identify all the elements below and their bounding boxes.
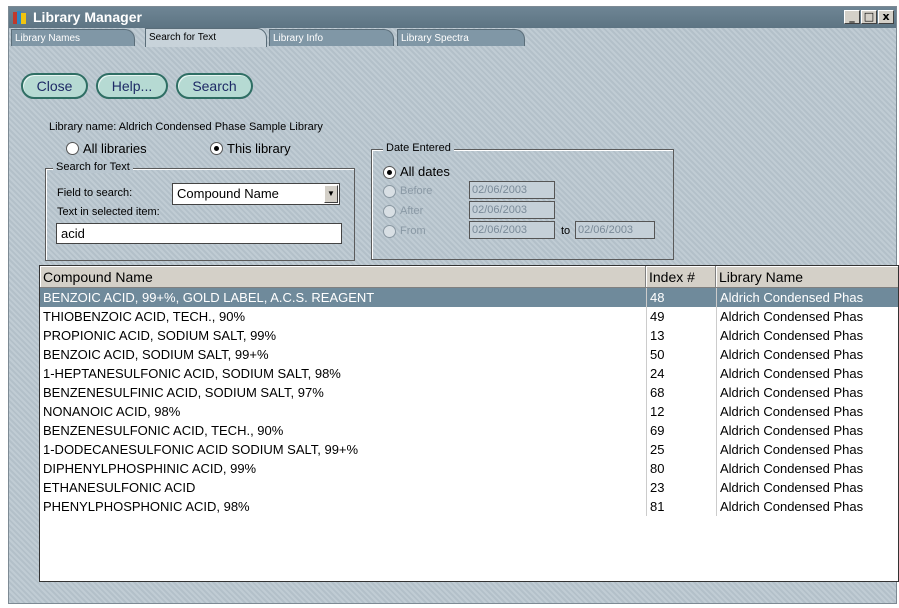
library-books-icon [13, 11, 26, 24]
table-row[interactable]: PHENYLPHOSPHONIC ACID, 98% 81 Aldrich Cond… [40, 497, 898, 516]
table-row[interactable]: BENZENESULFINIC ACID, SODIUM SALT, 97% 68… [40, 383, 898, 402]
this-library-radio[interactable] [210, 142, 223, 155]
from-label: From [400, 225, 426, 237]
before-radio[interactable] [383, 185, 396, 198]
before-label: Before [400, 185, 433, 197]
table-row[interactable]: BENZOIC ACID, SODIUM SALT, 99+% 50 Aldrich… [40, 345, 898, 364]
library-name-cell: Aldrich Condensed Phas [716, 497, 898, 516]
index-cell: 69 [646, 421, 716, 440]
table-row[interactable]: BENZOIC ACID, 99+%, GOLD LABEL, A.C.S. R… [40, 288, 898, 307]
field-to-search-label: Field to search: [57, 187, 133, 199]
table-row[interactable]: 1-DODECANESULFONIC ACID SODIUM SALT, 99+… [40, 440, 898, 459]
library-name-cell: Aldrich Condensed Phas [716, 345, 898, 364]
compound-name-cell: 1-DODECANESULFONIC ACID SODIUM SALT, 99+… [43, 442, 359, 457]
column-header-compound-name[interactable]: Compound Name [40, 266, 646, 288]
library-name-cell: Aldrich Condensed Phas [716, 364, 898, 383]
title-bar[interactable]: Library Manager _ □ x [9, 7, 896, 28]
library-name-cell: Aldrich Condensed Phas [716, 288, 898, 307]
search-for-text-group-title: Search for Text [53, 161, 133, 173]
after-radio[interactable] [383, 205, 396, 218]
results-table[interactable]: Compound Name Index # Library Name BENZO… [39, 265, 899, 582]
window-title: Library Manager [33, 9, 142, 25]
from-radio[interactable] [383, 225, 396, 238]
index-cell: 25 [646, 440, 716, 459]
compound-name-cell: BENZENESULFINIC ACID, SODIUM SALT, 97% [43, 385, 324, 400]
compound-name-cell: PROPIONIC ACID, SODIUM SALT, 99% [43, 328, 277, 343]
index-cell: 80 [646, 459, 716, 478]
compound-name-cell: ETHANESULFONIC ACID [43, 480, 196, 495]
minimize-icon[interactable]: _ [844, 10, 860, 24]
after-label: After [400, 205, 424, 217]
all-libraries-label: All libraries [83, 141, 147, 156]
text-in-selected-item-label: Text in selected item: [57, 206, 160, 218]
library-name-cell: Aldrich Condensed Phas [716, 421, 898, 440]
chevron-down-icon[interactable]: ▼ [324, 185, 338, 203]
table-row[interactable]: PROPIONIC ACID, SODIUM SALT, 99% 13 Aldric… [40, 326, 898, 345]
compound-name-cell: NONANOIC ACID, 98% [43, 404, 181, 419]
from-date-field[interactable]: 02/06/2003 [469, 221, 555, 239]
table-row[interactable]: ETHANESULFONIC ACID 23 Aldrich Condensed P… [40, 478, 898, 497]
index-cell: 24 [646, 364, 716, 383]
index-cell: 81 [646, 497, 716, 516]
library-name-cell: Aldrich Condensed Phas [716, 459, 898, 478]
table-row[interactable]: DIPHENYLPHOSPHINIC ACID, 99% 80 Aldrich Co… [40, 459, 898, 478]
index-cell: 23 [646, 478, 716, 497]
tab-search-for-text[interactable]: Search for Text [145, 28, 267, 47]
tab-strip: Library Names Search for Text Library In… [11, 28, 871, 47]
table-row[interactable]: 1-HEPTANESULFONIC ACID, SODIUM SALT, 98%… [40, 364, 898, 383]
to-date-field[interactable]: 02/06/2003 [575, 221, 655, 239]
library-name-cell: Aldrich Condensed Phas [716, 478, 898, 497]
table-row[interactable]: NONANOIC ACID, 98% 12 Aldrich Condensed Ph… [40, 402, 898, 421]
compound-name-cell: THIOBENZOIC ACID, TECH., 90% [43, 309, 246, 324]
compound-name-cell: PHENYLPHOSPHONIC ACID, 98% [43, 499, 250, 514]
before-date-field[interactable]: 02/06/2003 [469, 181, 555, 199]
library-name-cell: Aldrich Condensed Phas [716, 307, 898, 326]
tab-library-names[interactable]: Library Names [11, 29, 135, 46]
index-cell: 49 [646, 307, 716, 326]
close-icon[interactable]: x [878, 10, 894, 24]
table-row[interactable]: BENZENESULFONIC ACID, TECH., 90% 69 Aldric… [40, 421, 898, 440]
all-dates-label: All dates [400, 164, 450, 179]
index-cell: 13 [646, 326, 716, 345]
column-header-index[interactable]: Index # [646, 266, 716, 288]
compound-name-cell: 1-HEPTANESULFONIC ACID, SODIUM SALT, 98% [43, 366, 341, 381]
compound-name-cell: DIPHENYLPHOSPHINIC ACID, 99% [43, 461, 257, 476]
compound-name-cell: BENZOIC ACID, SODIUM SALT, 99+% [43, 347, 269, 362]
library-name-cell: Aldrich Condensed Phas [716, 440, 898, 459]
help-button[interactable]: Help... [96, 73, 168, 99]
index-cell: 50 [646, 345, 716, 364]
all-dates-radio[interactable] [383, 166, 396, 179]
library-name-cell: Aldrich Condensed Phas [716, 383, 898, 402]
field-to-search-value: Compound Name [177, 186, 279, 201]
field-to-search-select[interactable]: Compound Name ▼ [172, 183, 340, 205]
compound-name-cell: BENZENESULFONIC ACID, TECH., 90% [43, 423, 284, 438]
tab-library-spectra[interactable]: Library Spectra [397, 29, 525, 46]
index-cell: 48 [646, 288, 716, 307]
tab-library-info[interactable]: Library Info [269, 29, 394, 46]
all-libraries-radio[interactable] [66, 142, 79, 155]
maximize-icon[interactable]: □ [861, 10, 877, 24]
after-date-field[interactable]: 02/06/2003 [469, 201, 555, 219]
library-name-cell: Aldrich Condensed Phas [716, 326, 898, 345]
to-label: to [561, 225, 571, 237]
search-text-value: acid [61, 226, 85, 241]
this-library-label: This library [227, 141, 291, 156]
index-cell: 68 [646, 383, 716, 402]
column-header-library-name[interactable]: Library Name [716, 266, 898, 288]
close-button[interactable]: Close [21, 73, 88, 99]
library-name-cell: Aldrich Condensed Phas [716, 402, 898, 421]
index-cell: 12 [646, 402, 716, 421]
compound-name-cell: BENZOIC ACID, 99+%, GOLD LABEL, A.C.S. R… [43, 290, 375, 305]
table-body: BENZOIC ACID, 99+%, GOLD LABEL, A.C.S. R… [40, 288, 898, 516]
search-button[interactable]: Search [176, 73, 253, 99]
library-name-text: Library name: Aldrich Condensed Phase Sa… [49, 121, 323, 133]
date-entered-group-title: Date Entered [383, 142, 454, 154]
table-row[interactable]: THIOBENZOIC ACID, TECH., 90% 49 Aldrich Co… [40, 307, 898, 326]
search-text-input[interactable]: acid [56, 223, 342, 244]
